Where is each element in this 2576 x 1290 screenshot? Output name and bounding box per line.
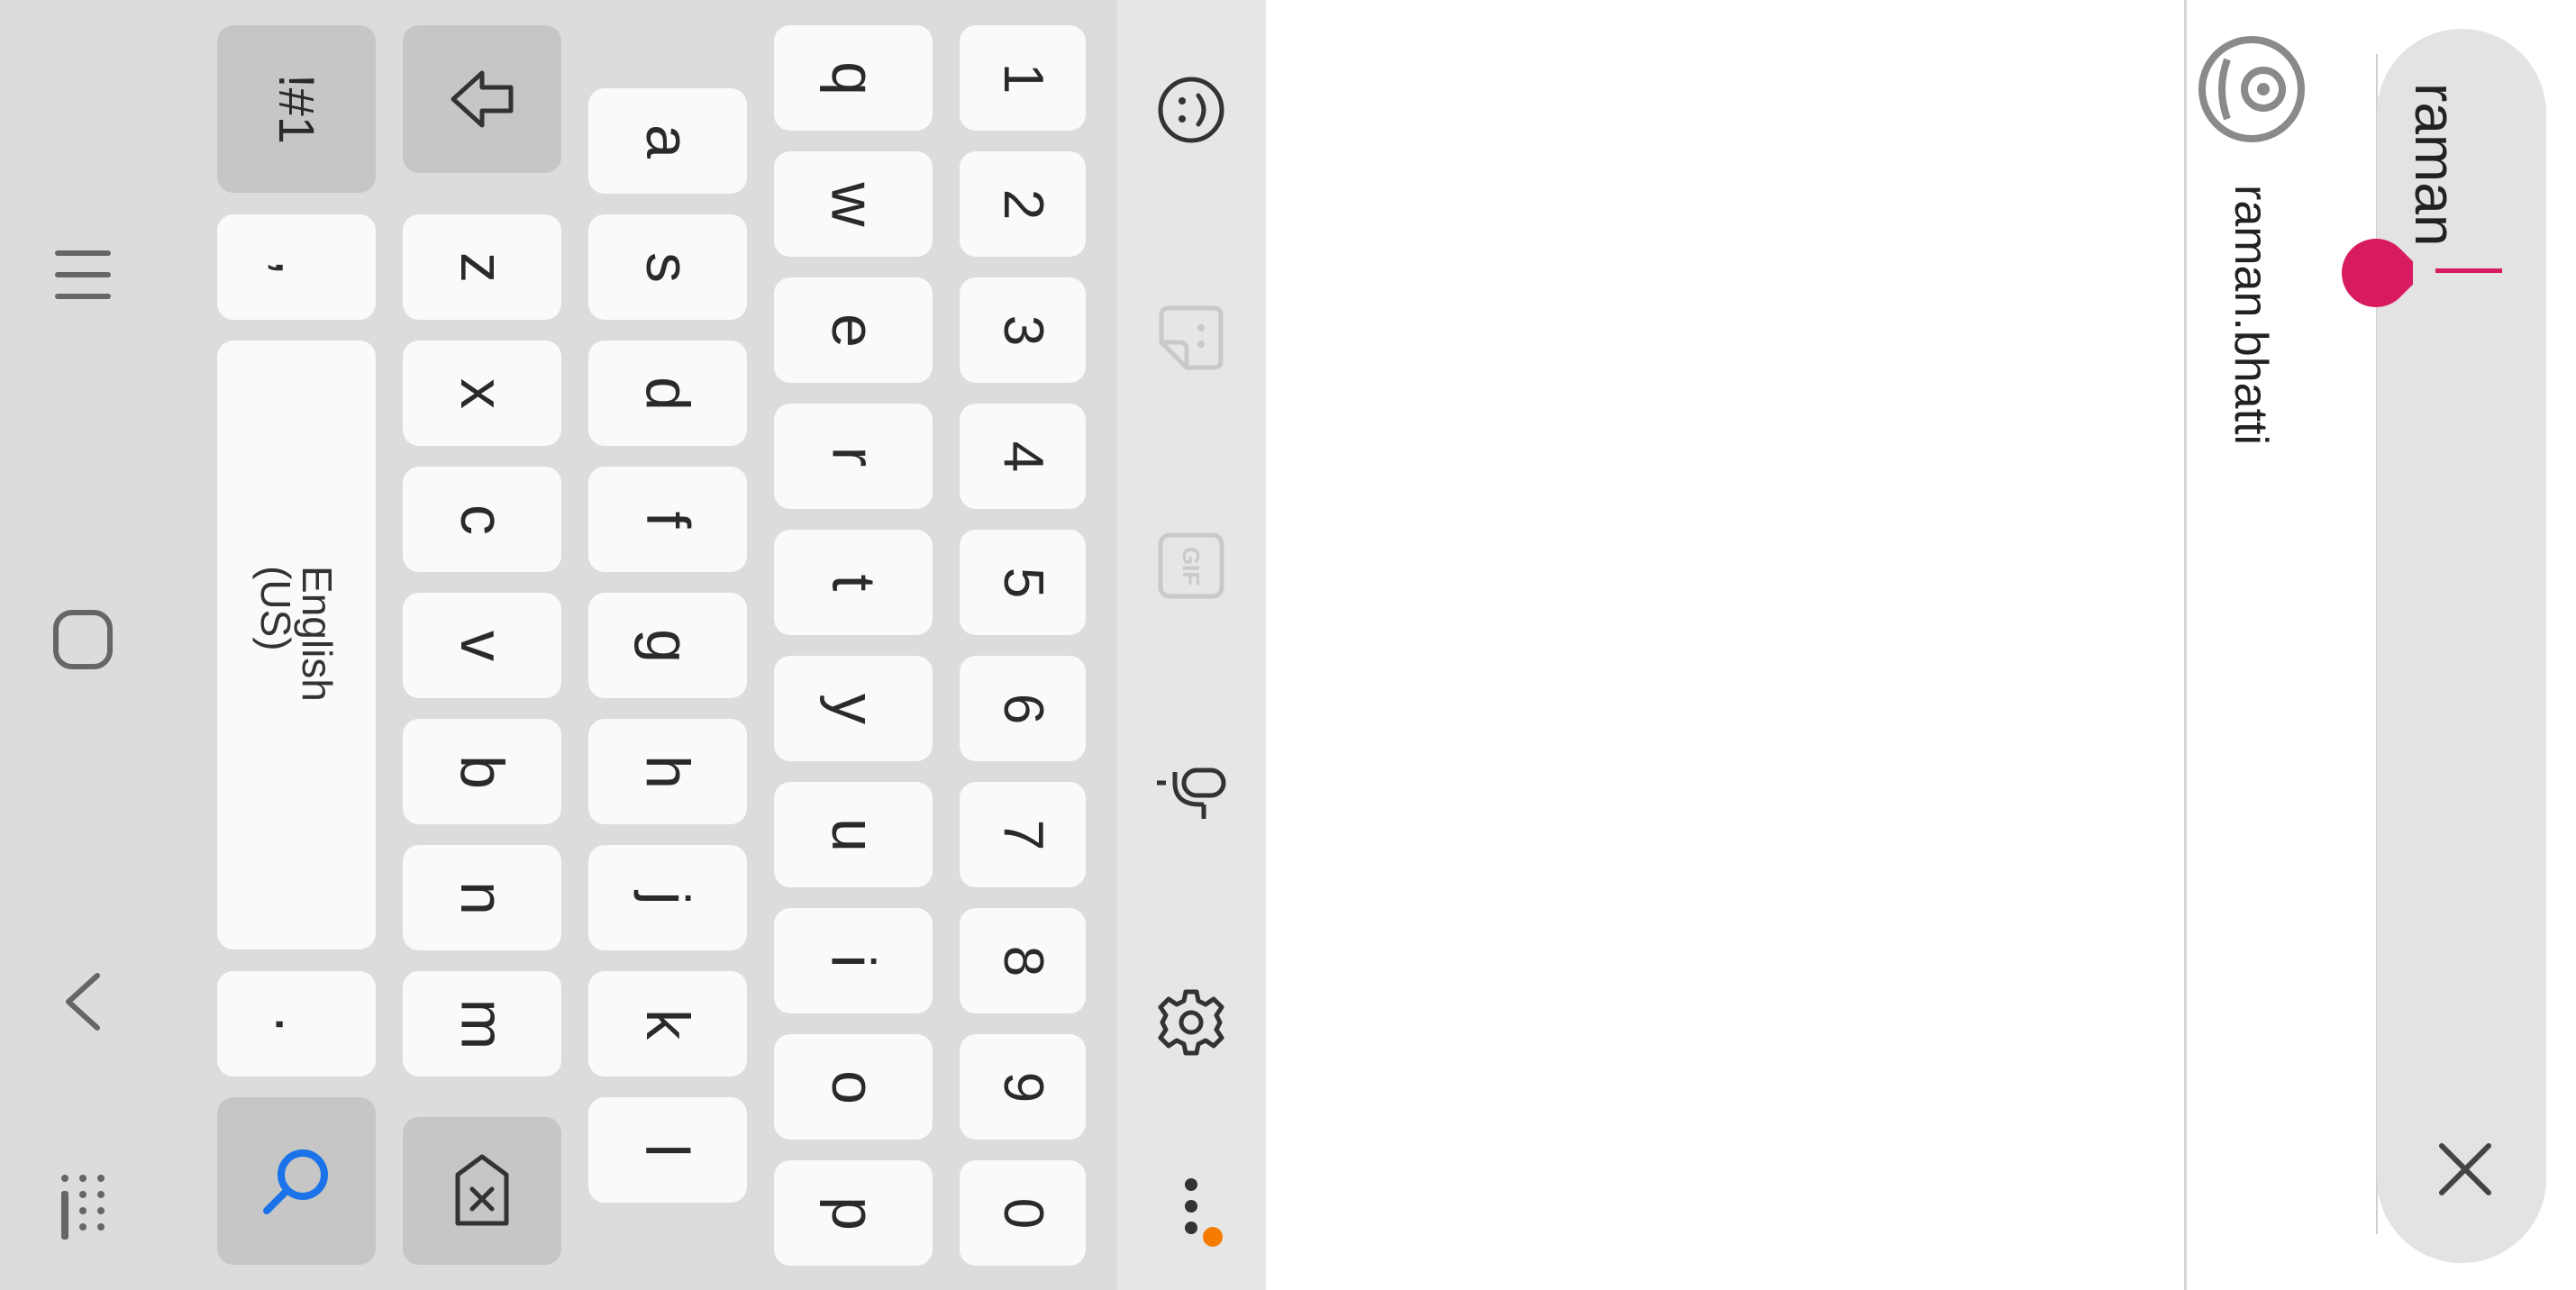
key-a[interactable]: a bbox=[588, 88, 747, 194]
cursor-handle[interactable] bbox=[2339, 236, 2425, 310]
close-icon bbox=[2439, 1143, 2491, 1195]
key-c[interactable]: c bbox=[403, 467, 561, 572]
key-1[interactable]: 1 bbox=[960, 25, 1086, 131]
search-key[interactable] bbox=[217, 1097, 376, 1265]
backspace-icon bbox=[455, 1154, 509, 1226]
key-o[interactable]: o bbox=[774, 1034, 933, 1140]
key-2[interactable]: 2 bbox=[960, 151, 1086, 257]
key-3[interactable]: 3 bbox=[960, 277, 1086, 383]
key-b[interactable]: b bbox=[403, 719, 561, 824]
avatar-icon[interactable] bbox=[2197, 34, 2307, 144]
key-n[interactable]: n bbox=[403, 845, 561, 950]
key-q[interactable]: q bbox=[774, 25, 933, 131]
key-p[interactable]: p bbox=[774, 1160, 933, 1266]
key-t[interactable]: t bbox=[774, 530, 933, 635]
key-f[interactable]: f bbox=[588, 467, 747, 572]
key-h[interactable]: h bbox=[588, 719, 747, 824]
microphone-icon[interactable] bbox=[1146, 749, 1236, 840]
search-query-text[interactable]: raman bbox=[2402, 83, 2469, 246]
home-icon[interactable] bbox=[38, 595, 128, 685]
key-4[interactable]: 4 bbox=[960, 404, 1086, 509]
key-6[interactable]: 6 bbox=[960, 656, 1086, 761]
keyboard: !#1 , English (US) . z x c v b n m a s d… bbox=[167, 0, 1117, 1290]
key-y[interactable]: y bbox=[774, 656, 933, 761]
system-nav-bar bbox=[0, 0, 167, 1290]
key-u[interactable]: u bbox=[774, 782, 933, 887]
search-result-username[interactable]: raman.bhatti bbox=[2224, 185, 2278, 445]
key-l[interactable]: l bbox=[588, 1097, 747, 1203]
clear-search-button[interactable] bbox=[2420, 1124, 2510, 1214]
key-d[interactable]: d bbox=[588, 341, 747, 446]
key-9[interactable]: 9 bbox=[960, 1034, 1086, 1140]
key-w[interactable]: w bbox=[774, 151, 933, 257]
key-i[interactable]: i bbox=[774, 908, 933, 1013]
key-7[interactable]: 7 bbox=[960, 782, 1086, 887]
key-8[interactable]: 8 bbox=[960, 908, 1086, 1013]
comma-key[interactable]: , bbox=[217, 214, 376, 320]
key-s[interactable]: s bbox=[588, 214, 747, 320]
emoji-icon[interactable] bbox=[1146, 65, 1236, 155]
panel-divider bbox=[2184, 0, 2187, 1290]
recent-apps-icon[interactable] bbox=[38, 230, 128, 320]
gif-label: GIF bbox=[1178, 546, 1206, 586]
sticker-icon[interactable] bbox=[1146, 293, 1236, 383]
key-j[interactable]: j bbox=[588, 845, 747, 950]
gear-icon[interactable] bbox=[1146, 977, 1236, 1067]
key-g[interactable]: g bbox=[588, 593, 747, 698]
key-5[interactable]: 5 bbox=[960, 530, 1086, 635]
space-bar[interactable]: English (US) bbox=[217, 341, 376, 949]
more-options-icon[interactable] bbox=[1146, 1171, 1236, 1261]
key-z[interactable]: z bbox=[403, 214, 561, 320]
key-m[interactable]: m bbox=[403, 971, 561, 1077]
gif-icon[interactable]: GIF bbox=[1146, 521, 1236, 611]
shift-key[interactable] bbox=[403, 25, 561, 173]
search-icon bbox=[263, 1149, 328, 1214]
key-r[interactable]: r bbox=[774, 404, 933, 509]
symbols-key[interactable]: !#1 bbox=[217, 25, 376, 193]
key-k[interactable]: k bbox=[588, 971, 747, 1077]
key-0[interactable]: 0 bbox=[960, 1160, 1086, 1266]
key-e[interactable]: e bbox=[774, 277, 933, 383]
keyboard-toolbar: GIF bbox=[1117, 0, 1266, 1290]
period-key[interactable]: . bbox=[217, 971, 376, 1077]
back-icon[interactable] bbox=[38, 957, 128, 1047]
text-cursor bbox=[2435, 268, 2502, 273]
space-bar-language-label: English (US) bbox=[252, 566, 341, 702]
key-x[interactable]: x bbox=[403, 341, 561, 446]
shift-icon bbox=[451, 70, 514, 128]
backspace-key[interactable] bbox=[403, 1117, 561, 1265]
keyboard-switch-icon[interactable] bbox=[38, 1162, 128, 1252]
key-v[interactable]: v bbox=[403, 593, 561, 698]
